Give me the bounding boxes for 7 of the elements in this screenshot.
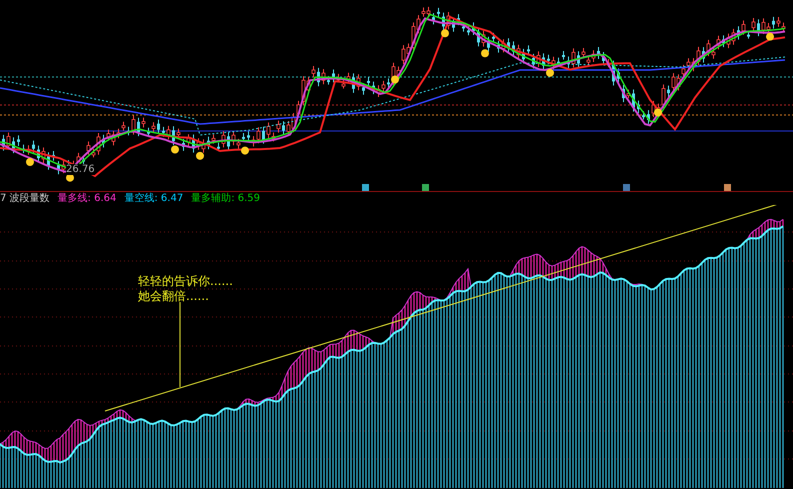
annotation-text: 轻轻的告诉你......: [138, 274, 233, 289]
indicator-title: 7 波段量数: [0, 192, 50, 205]
legend-item: 量多辅助: 6.59: [191, 192, 260, 205]
annotation-text: 她会翻倍......: [138, 289, 210, 304]
legend-item: 量多线: 6.64: [58, 192, 116, 205]
price-label: 26.76: [66, 164, 95, 175]
legend-item: 量空线: 6.47: [124, 192, 184, 205]
